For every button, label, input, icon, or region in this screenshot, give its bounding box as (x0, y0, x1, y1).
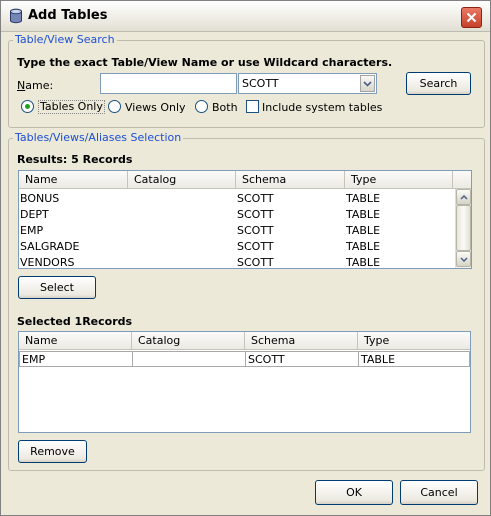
results-table-header: Name Catalog Schema Type (19, 171, 471, 189)
tables-only-label[interactable]: Tables Only (38, 100, 105, 114)
name-label: Name: (17, 79, 54, 92)
column-header-type[interactable]: Type (358, 332, 470, 349)
search-button[interactable]: Search (406, 72, 471, 95)
cell-type: TABLE (346, 256, 381, 269)
database-icon (10, 8, 22, 24)
cell-schema: SCOTT (246, 352, 359, 366)
table-row[interactable]: SALGRADE SCOTT TABLE (19, 239, 453, 255)
search-button-label: Search (419, 77, 458, 90)
column-header-schema[interactable]: Schema (236, 171, 345, 188)
search-group-legend: Table/View Search (13, 33, 117, 46)
name-input[interactable] (100, 73, 237, 94)
column-header-type[interactable]: Type (345, 171, 453, 188)
cell-name: BONUS (20, 192, 60, 205)
table-row[interactable]: VENDORS SCOTT TABLE (19, 255, 453, 269)
cell-name: DEPT (20, 208, 49, 221)
column-header-catalog[interactable]: Catalog (132, 332, 245, 349)
selected-count-label: Selected 1Records (17, 315, 133, 328)
results-vertical-scrollbar[interactable] (455, 189, 471, 268)
selection-group-legend: Tables/Views/Aliases Selection (13, 131, 184, 144)
cell-type: TABLE (361, 353, 396, 366)
results-table: Name Catalog Schema Type BONUS SCOTT TAB… (18, 170, 472, 269)
remove-button[interactable]: Remove (18, 440, 87, 463)
cell-schema: SCOTT (237, 240, 274, 253)
scroll-thumb[interactable] (456, 205, 471, 251)
ok-button-label: OK (346, 486, 362, 499)
include-system-tables-label[interactable]: Include system tables (262, 101, 382, 114)
cell-type: TABLE (346, 240, 381, 253)
both-radio[interactable] (195, 100, 208, 113)
close-button[interactable] (461, 7, 482, 28)
column-header-name[interactable]: Name (19, 171, 128, 188)
results-count-label: Results: 5 Records (17, 153, 133, 166)
table-row[interactable]: BONUS SCOTT TABLE (19, 191, 453, 207)
column-header-schema[interactable]: Schema (245, 332, 358, 349)
chevron-down-icon (459, 256, 468, 262)
both-label[interactable]: Both (212, 101, 238, 114)
select-button-label: Select (40, 281, 74, 294)
cell-name: SALGRADE (20, 240, 80, 253)
views-only-radio[interactable] (108, 100, 121, 113)
table-row[interactable]: DEPT SCOTT TABLE (19, 207, 453, 223)
chevron-up-icon (459, 194, 468, 200)
cell-schema: SCOTT (237, 208, 274, 221)
table-row[interactable]: EMP SCOTT TABLE (19, 351, 470, 367)
add-tables-dialog: Add Tables Table/View Search Type the ex… (0, 0, 491, 516)
close-icon (466, 12, 477, 23)
cell-name: EMP (20, 224, 44, 237)
cell-type: TABLE (346, 224, 381, 237)
cell-schema: SCOTT (237, 224, 274, 237)
views-only-label[interactable]: Views Only (125, 101, 186, 114)
schema-combo[interactable]: SCOTT (238, 73, 377, 94)
scroll-up-button[interactable] (456, 189, 471, 205)
chevron-down-icon[interactable] (360, 75, 375, 92)
schema-value: SCOTT (242, 77, 279, 90)
selection-group: Tables/Views/Aliases Selection Results: … (8, 131, 485, 471)
table-row[interactable]: EMP SCOTT TABLE (19, 223, 453, 239)
tables-only-radio[interactable] (21, 100, 34, 113)
window-title: Add Tables (28, 8, 108, 23)
cell-schema: SCOTT (237, 192, 274, 205)
cell-name: VENDORS (20, 256, 75, 269)
column-header-catalog[interactable]: Catalog (128, 171, 236, 188)
column-header-name[interactable]: Name (19, 332, 132, 349)
cell-schema: SCOTT (237, 256, 274, 269)
cell-name: EMP (20, 352, 133, 366)
selected-table-header: Name Catalog Schema Type (19, 332, 470, 350)
include-system-tables-checkbox[interactable] (246, 100, 259, 113)
select-button[interactable]: Select (18, 276, 96, 299)
cell-type: TABLE (346, 208, 381, 221)
cancel-button[interactable]: Cancel (400, 480, 478, 505)
table-view-search-group: Table/View Search Type the exact Table/V… (8, 33, 485, 128)
name-label-text: ame: (25, 79, 54, 92)
remove-button-label: Remove (30, 445, 75, 458)
ok-button[interactable]: OK (315, 480, 393, 505)
radio-selected-dot (25, 104, 30, 109)
selected-table: Name Catalog Schema Type EMP SCOTT TABLE (18, 331, 471, 433)
title-bar: Add Tables (1, 1, 490, 32)
cancel-button-label: Cancel (420, 486, 458, 499)
cell-type: TABLE (346, 192, 381, 205)
cell-catalog (133, 352, 246, 366)
search-instruction: Type the exact Table/View Name or use Wi… (17, 56, 393, 69)
scroll-down-button[interactable] (456, 251, 471, 267)
